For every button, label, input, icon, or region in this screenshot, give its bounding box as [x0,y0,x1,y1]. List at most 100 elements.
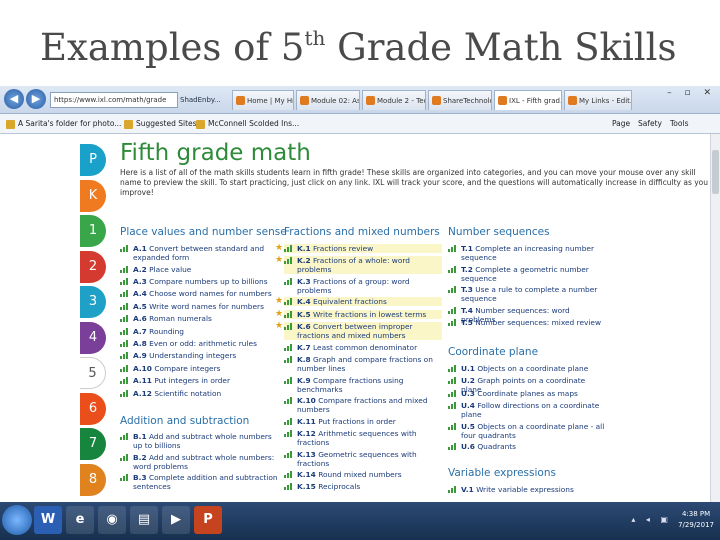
skill-link[interactable]: A.4 Choose word names for numbers [120,289,278,298]
skill-link[interactable]: A.9 Understanding integers [120,351,278,360]
grade-tab-P[interactable]: P [80,144,106,176]
file-explorer-icon[interactable]: ▤ [130,506,158,534]
window-controls[interactable]: – ▫ ✕ [667,88,716,98]
skill-name: Write variable expressions [476,485,574,494]
skill-link[interactable]: K.9 Compare fractions using benchmarks [284,376,442,394]
scrollbar[interactable] [710,134,720,502]
tab-share-technology[interactable]: ShareTechnolog... [428,90,492,110]
skill-link[interactable]: ★ K.4 Equivalent fractions [275,297,442,307]
grade-tab-4[interactable]: 4 [80,321,106,354]
system-tray[interactable]: ▴ ◂ ▣ [631,515,672,524]
skill-link[interactable]: A.10 Compare integers [120,364,278,373]
heading-variable-expressions: Variable expressions [448,467,556,479]
clock[interactable]: 4:38 PM 7/29/2017 [678,509,714,531]
skill-name: Graph and compare fractions on number li… [297,355,433,374]
skill-name: Fractions of a whole: word problems [297,256,410,275]
favorite-link[interactable]: Suggested Sites [124,117,197,131]
skill-code: A.10 [133,363,152,373]
skill-link[interactable]: T.3 Use a rule to complete a number sequ… [448,285,606,303]
skill-link[interactable]: V.1 Write variable expressions [448,485,606,494]
skill-link[interactable]: A.12 Scientific notation [120,389,278,398]
skill-link[interactable]: T.1 Complete an increasing number sequen… [448,244,606,262]
skill-code: A.6 [133,314,147,324]
progress-bars-icon [120,453,129,461]
tab-module-2[interactable]: Module 2 - Techn... [362,90,426,110]
skill-link[interactable]: K.8 Graph and compare fractions on numbe… [284,355,442,373]
progress-bars-icon [448,402,457,410]
skill-link[interactable]: T.2 Complete a geometric number sequence [448,265,606,283]
tools-menu[interactable]: Tools [670,117,688,131]
skill-link[interactable]: B.3 Complete addition and subtraction se… [120,473,278,491]
skill-link[interactable]: A.1 Convert between standard and expande… [120,244,278,262]
skill-code: T.1 [461,244,473,253]
skill-link[interactable]: B.2 Add and subtract whole numbers: word… [120,453,278,471]
grade-tab-2[interactable]: 2 [80,250,106,283]
tab-home[interactable]: Home | My Hmog... [232,90,294,110]
heading-fractions: Fractions and mixed numbers [284,226,440,238]
skill-link[interactable]: K.15 Reciprocals [284,482,442,491]
skill-link[interactable]: K.10 Compare fractions and mixed numbers [284,396,442,414]
skill-link[interactable]: A.5 Write word names for numbers [120,302,278,311]
skill-link[interactable]: ★ K.2 Fractions of a whole: word problems [275,256,442,275]
skill-link[interactable]: K.12 Arithmetic sequences with fractions [284,429,442,447]
skill-link[interactable]: A.8 Even or odd: arithmetic rules [120,339,278,348]
skill-name: Complete addition and subtraction senten… [133,473,278,491]
skill-link[interactable]: A.7 Rounding [120,327,278,336]
skill-link[interactable]: ★ K.1 Fractions review [275,244,442,253]
skill-code: V.1 [461,485,474,494]
skill-code: U.6 [461,442,475,452]
skill-link[interactable]: A.2 Place value [120,265,278,274]
skill-code: U.4 [461,401,475,411]
grade-tab-6[interactable]: 6 [80,392,106,425]
forward-arrow-icon[interactable]: ▶ [26,89,46,109]
grade-tab-8[interactable]: 8 [80,463,106,496]
taskbar: W e ◉ ▤ ▶ P ▴ ◂ ▣ 4:38 PM 7/29/2017 [0,502,720,540]
skill-link[interactable]: K.13 Geometric sequences with fractions [284,450,442,468]
internet-explorer-icon[interactable]: e [66,506,94,534]
media-player-icon[interactable]: ▶ [162,506,190,534]
skill-link[interactable]: U.3 Coordinate planes as maps [448,389,606,398]
skill-link[interactable]: A.6 Roman numerals [120,314,278,323]
skill-link[interactable]: ★ K.5 Write fractions in lowest terms [275,309,442,319]
grade-tab-3[interactable]: 3 [80,286,106,318]
skill-link[interactable]: K.11 Put fractions in order [284,417,442,426]
skill-link[interactable]: T.5 Number sequences: mixed review [448,318,606,327]
skill-link[interactable]: U.1 Objects on a coordinate plane [448,364,606,373]
safety-menu[interactable]: Safety [638,117,662,131]
tab-my-links[interactable]: My Links - Edit... [564,90,632,110]
skill-link[interactable]: B.1 Add and subtract whole numbers up to… [120,432,278,450]
skill-link[interactable]: U.6 Quadrants [448,442,606,451]
skill-link[interactable]: K.7 Least common denominator [284,343,442,352]
grade-tab-7[interactable]: 7 [80,428,106,460]
skill-link[interactable]: U.4 Follow directions on a coordinate pl… [448,401,606,419]
skill-link[interactable]: A.11 Put integers in order [120,376,278,385]
chrome-icon[interactable]: ◉ [98,506,126,534]
progress-bars-icon [284,298,293,306]
grade-tab-K[interactable]: K [80,179,106,212]
skill-link[interactable]: ★ K.6 Convert between improper fractions … [275,322,442,341]
progress-bars-icon [284,483,293,491]
skill-link[interactable]: A.3 Compare numbers up to billions [120,277,278,286]
favorite-link[interactable]: McConnell Scolded Ins... [196,117,299,131]
skill-link[interactable]: U.5 Objects on a coordinate plane - all … [448,422,606,440]
back-arrow-icon[interactable]: ◀ [4,89,24,109]
star-icon: ★ [275,243,284,253]
start-button[interactable] [2,505,32,535]
favorite-link[interactable]: A Sarita's folder for photo... [6,117,121,131]
page-menu[interactable]: Page [612,117,630,131]
tab-module-02[interactable]: Module 02: Assign... [296,90,360,110]
skill-link[interactable]: K.3 Fractions of a group: word problems [284,277,442,295]
address-bar[interactable]: https://www.ixl.com/math/grade [50,92,178,108]
tab-ixl-fifth-grade[interactable]: IXL - Fifth grad... [494,90,562,110]
skill-code: A.4 [133,289,147,299]
powerpoint-icon[interactable]: P [194,506,222,534]
page-title: Fifth grade math [120,140,311,166]
word-icon[interactable]: W [34,506,62,534]
scroll-thumb[interactable] [712,150,719,194]
security-indicator[interactable]: ShadEnby... [180,92,230,108]
grade-tab-5[interactable]: 5 [80,357,106,389]
skill-link[interactable]: K.14 Round mixed numbers [284,470,442,479]
grade-tab-1[interactable]: 1 [80,215,106,247]
skill-code: B.1 [133,432,147,441]
progress-bars-icon [448,286,457,293]
